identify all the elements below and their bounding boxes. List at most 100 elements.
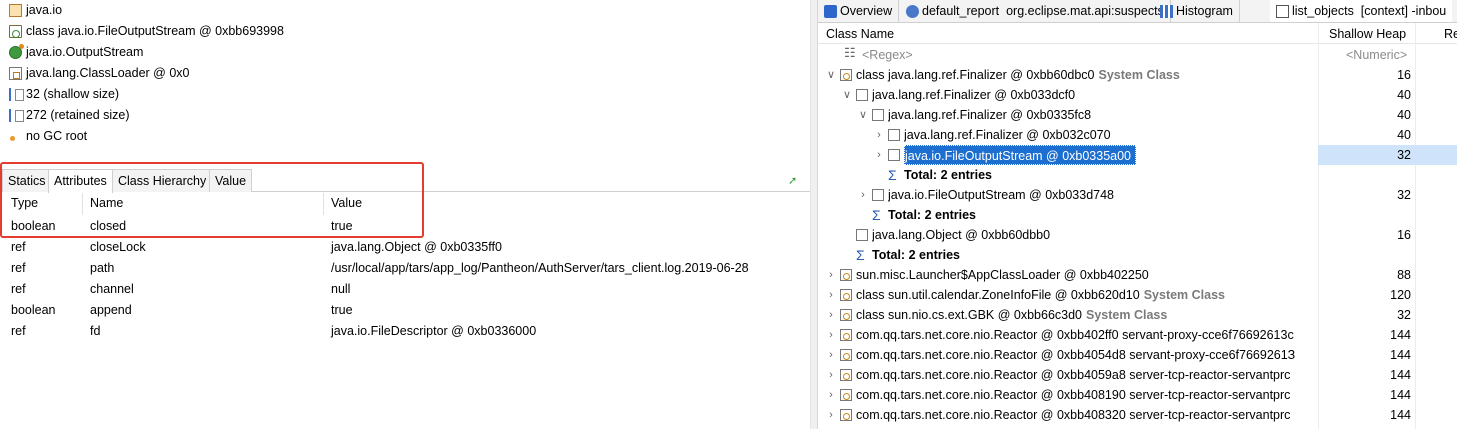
column-shallow-heap[interactable]: Shallow Heap <box>1329 27 1406 41</box>
shallow-heap-cell: 32 <box>1397 308 1411 322</box>
object-name-cell: java.lang.ref.Finalizer @ 0xb032c070 <box>904 125 1115 145</box>
column-class-name[interactable]: Class Name <box>826 27 894 41</box>
tab-statics[interactable]: Statics <box>2 169 52 192</box>
numeric-filter-input[interactable]: <Numeric> <box>1346 48 1407 62</box>
expand-arrow-icon[interactable]: › <box>826 405 836 425</box>
object-label: java.lang.ref.Finalizer @ 0xb0335fc8 <box>888 108 1092 122</box>
tree-row-selected[interactable]: › java.io.FileOutputStream @ 0xb0335a00 32 <box>818 145 1457 165</box>
attr-name: append <box>90 303 132 317</box>
info-retained-text: 272 (retained size) <box>26 108 130 122</box>
attr-value: true <box>331 303 353 317</box>
attribute-row[interactable]: boolean closed true <box>0 216 810 237</box>
shallow-heap-cell: 40 <box>1397 88 1411 102</box>
tree-row[interactable]: › java.io.FileOutputStream @ 0xb033d748 32 <box>818 185 1457 205</box>
shallow-heap-cell: 32 <box>1318 145 1415 165</box>
system-class-tag: System Class <box>1143 288 1226 302</box>
tree-row[interactable]: ∨ java.lang.ref.Finalizer @ 0xb0335fc8 40 <box>818 105 1457 125</box>
tree-row[interactable]: Σ Total: 2 entries <box>818 205 1457 225</box>
info-classloader[interactable]: java.lang.ClassLoader @ 0x0 <box>0 63 810 84</box>
attribute-row[interactable]: ref channel null <box>0 279 810 300</box>
retained-heap-cell <box>1415 85 1457 105</box>
object-name-cell: class java.lang.ref.Finalizer @ 0xbb60db… <box>856 65 1184 85</box>
tree-row[interactable]: › class sun.nio.cs.ext.GBK @ 0xbb66c3d0 Sy… <box>818 305 1457 325</box>
class-object-icon <box>840 389 852 401</box>
expand-arrow-icon[interactable]: › <box>826 265 836 285</box>
tab-histogram-label: Histogram <box>1176 4 1233 18</box>
expand-arrow-icon[interactable]: › <box>858 185 868 205</box>
tab-report-label: default_report org.eclipse.mat.api:suspe… <box>922 4 1164 18</box>
filter-row[interactable]: ☷ <Regex> <Numeric> <box>818 44 1457 65</box>
column-retained-heap[interactable]: Re <box>1444 27 1457 41</box>
tab-default-report[interactable]: default_report org.eclipse.mat.api:suspe… <box>900 0 1171 22</box>
attribute-row[interactable]: ref fd java.io.FileDescriptor @ 0xb03360… <box>0 321 810 342</box>
object-icon <box>888 129 900 141</box>
expand-arrow-icon[interactable]: › <box>826 365 836 385</box>
object-name-cell: Total: 2 entries <box>904 165 996 185</box>
object-name-cell: com.qq.tars.net.core.nio.Reactor @ 0xbb4… <box>856 345 1299 365</box>
column-value[interactable]: Value <box>331 196 362 210</box>
tree-row[interactable]: › com.qq.tars.net.core.nio.Reactor @ 0xbb… <box>818 365 1457 385</box>
attr-value: java.lang.Object @ 0xb0335ff0 <box>331 240 502 254</box>
info-superclass[interactable]: java.io.OutputStream <box>0 42 810 63</box>
tree-row[interactable]: Σ Total: 2 entries <box>818 165 1457 185</box>
attribute-row[interactable]: ref path /usr/local/app/tars/app_log/Pan… <box>0 258 810 279</box>
tab-attributes[interactable]: Attributes <box>48 169 113 193</box>
tree-row[interactable]: › com.qq.tars.net.core.nio.Reactor @ 0xbb… <box>818 405 1457 425</box>
tree-row[interactable]: ∨ java.lang.ref.Finalizer @ 0xb033dcf0 40 <box>818 85 1457 105</box>
expand-arrow-icon[interactable]: › <box>826 305 836 325</box>
class-object-icon <box>840 289 852 301</box>
tab-value[interactable]: Value <box>209 169 253 192</box>
attribute-row[interactable]: ref closeLock java.lang.Object @ 0xb0335… <box>0 237 810 258</box>
tree-row[interactable]: › com.qq.tars.net.core.nio.Reactor @ 0xbb… <box>818 345 1457 365</box>
object-name-cell: java.lang.ref.Finalizer @ 0xb033dcf0 <box>872 85 1079 105</box>
shallow-heap-cell: 144 <box>1390 348 1411 362</box>
expand-arrow-icon[interactable]: › <box>874 145 884 165</box>
tab-histogram[interactable]: Histogram <box>1154 0 1240 22</box>
object-label: java.lang.Object @ 0xbb60dbb0 <box>872 228 1051 242</box>
collapse-arrow-icon[interactable]: ∨ <box>858 105 868 125</box>
column-divider[interactable] <box>82 193 83 215</box>
object-label: java.io.FileOutputStream @ 0xb0335a00 <box>905 149 1132 163</box>
sum-icon: Σ <box>856 247 865 263</box>
sum-icon: Σ <box>872 207 881 223</box>
info-package-text: java.io <box>26 3 63 17</box>
info-class-text: class java.io.FileOutputStream @ 0xbb693… <box>26 24 284 38</box>
attr-type: ref <box>11 240 26 254</box>
tree-row[interactable]: › com.qq.tars.net.core.nio.Reactor @ 0xbb… <box>818 385 1457 405</box>
collapse-arrow-icon[interactable]: ∨ <box>826 65 836 85</box>
expand-arrow-icon[interactable]: › <box>826 325 836 345</box>
class-object-icon <box>840 329 852 341</box>
column-type[interactable]: Type <box>11 196 38 210</box>
tree-row[interactable]: java.lang.Object @ 0xbb60dbb0 16 <box>818 225 1457 245</box>
tree-row[interactable]: › class sun.util.calendar.ZoneInfoFile @ … <box>818 285 1457 305</box>
tree-row[interactable]: ∨ class java.lang.ref.Finalizer @ 0xbb60d… <box>818 65 1457 85</box>
attribute-row[interactable]: boolean append true <box>0 300 810 321</box>
regex-filter-input[interactable]: <Regex> <box>862 48 913 62</box>
collapse-arrow-icon[interactable]: ∨ <box>842 85 852 105</box>
tree-row[interactable]: › sun.misc.Launcher$AppClassLoader @ 0xbb… <box>818 265 1457 285</box>
expand-arrow-icon[interactable]: › <box>826 345 836 365</box>
pin-icon[interactable]: ➚ <box>788 176 798 187</box>
object-label: com.qq.tars.net.core.nio.Reactor @ 0xbb4… <box>856 348 1296 362</box>
info-class[interactable]: class java.io.FileOutputStream @ 0xbb693… <box>0 21 810 42</box>
class-icon <box>9 25 22 38</box>
column-divider[interactable] <box>323 193 324 215</box>
tab-overview-label: Overview <box>840 4 893 18</box>
attr-name: channel <box>90 282 134 296</box>
expand-arrow-icon[interactable]: › <box>874 125 884 145</box>
retained-heap-cell <box>1415 265 1457 285</box>
tree-row[interactable]: Σ Total: 2 entries <box>818 245 1457 265</box>
tree-row[interactable]: › java.lang.ref.Finalizer @ 0xb032c070 40 <box>818 125 1457 145</box>
shallow-heap-cell <box>1318 205 1415 225</box>
class-object-icon <box>840 349 852 361</box>
system-class-tag: System Class <box>1086 308 1168 322</box>
expand-arrow-icon[interactable]: › <box>826 285 836 305</box>
expand-arrow-icon[interactable]: › <box>826 385 836 405</box>
tab-class-hierarchy[interactable]: Class Hierarchy <box>112 169 213 192</box>
tab-overview[interactable]: Overview <box>818 0 900 22</box>
panel-splitter[interactable] <box>810 0 818 429</box>
column-name[interactable]: Name <box>90 196 123 210</box>
info-package[interactable]: java.io <box>0 0 810 21</box>
tab-list-objects[interactable]: list_objects [context] -inbou <box>1270 0 1453 22</box>
tree-row[interactable]: › com.qq.tars.net.core.nio.Reactor @ 0xbb… <box>818 325 1457 345</box>
